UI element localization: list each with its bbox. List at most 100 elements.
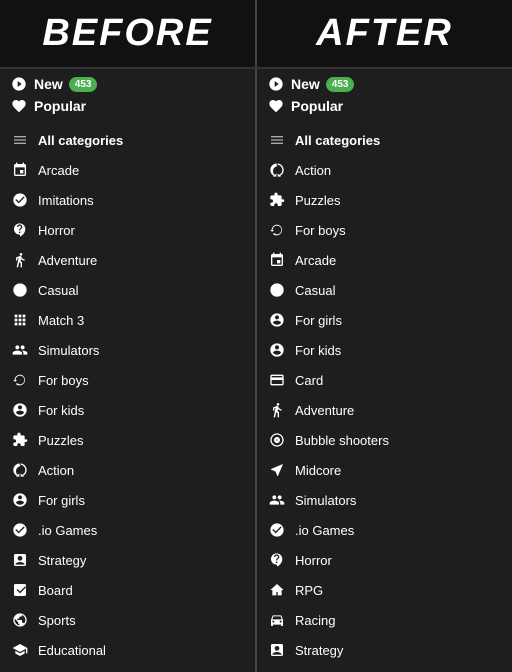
- left-cat-action[interactable]: Action: [0, 455, 255, 485]
- right-cat-horror[interactable]: Horror: [257, 545, 512, 575]
- right-cat-puzzles[interactable]: Puzzles: [257, 185, 512, 215]
- left-cat-iogames[interactable]: .io Games: [0, 515, 255, 545]
- forkids-icon: [10, 400, 30, 420]
- left-all-categories[interactable]: All categories: [0, 125, 255, 155]
- match3-icon: [10, 310, 30, 330]
- right-simulators-icon: [267, 490, 287, 510]
- right-forkids-icon: [267, 340, 287, 360]
- right-new-badge: 453: [326, 77, 355, 92]
- right-forgirls-icon: [267, 310, 287, 330]
- left-cat-board[interactable]: Board: [0, 575, 255, 605]
- left-column: New 453 Popular All categories: [0, 69, 257, 672]
- left-cat-simulators[interactable]: Simulators: [0, 335, 255, 365]
- right-cat-strategy[interactable]: Strategy: [257, 635, 512, 665]
- forboys-icon: [10, 370, 30, 390]
- right-cat-action-label: Action: [295, 163, 331, 178]
- left-new-button[interactable]: New 453: [10, 75, 97, 93]
- right-cat-forboys-label: For boys: [295, 223, 346, 238]
- right-cat-bubbleshooters-label: Bubble shooters: [295, 433, 389, 448]
- right-cat-rpg-label: RPG: [295, 583, 323, 598]
- right-puzzles-icon: [267, 190, 287, 210]
- left-category-list: Arcade Imitations Horror Adventure Casua…: [0, 155, 255, 672]
- left-popular-button[interactable]: Popular: [10, 97, 86, 115]
- right-midcore-icon: [267, 460, 287, 480]
- left-cat-strategy[interactable]: Strategy: [0, 545, 255, 575]
- right-rpg-icon: [267, 580, 287, 600]
- adventure-icon: [10, 250, 30, 270]
- right-cat-forboys[interactable]: For boys: [257, 215, 512, 245]
- left-cat-iogames-label: .io Games: [38, 523, 97, 538]
- left-cat-forgirls[interactable]: For girls: [0, 485, 255, 515]
- right-cat-racing[interactable]: Racing: [257, 605, 512, 635]
- left-cat-action-label: Action: [38, 463, 74, 478]
- simulators-icon: [10, 340, 30, 360]
- right-heart-icon: [267, 97, 285, 115]
- left-popular-label: Popular: [34, 98, 86, 114]
- left-cat-puzzles[interactable]: Puzzles: [0, 425, 255, 455]
- right-cat-arcade-label: Arcade: [295, 253, 336, 268]
- left-cat-arcade[interactable]: Arcade: [0, 155, 255, 185]
- sports-icon: [10, 610, 30, 630]
- left-cat-match3[interactable]: Match 3: [0, 305, 255, 335]
- right-arcade-icon: [267, 250, 287, 270]
- right-cat-midcore[interactable]: Midcore: [257, 455, 512, 485]
- main-content: New 453 Popular All categories: [0, 69, 512, 672]
- right-cat-forkids[interactable]: For kids: [257, 335, 512, 365]
- right-cat-iogames[interactable]: .io Games: [257, 515, 512, 545]
- left-cat-educational-label: Educational: [38, 643, 106, 658]
- left-cat-match3-label: Match 3: [38, 313, 84, 328]
- right-cat-card[interactable]: Card: [257, 365, 512, 395]
- right-popular-button[interactable]: Popular: [267, 97, 343, 115]
- action-icon: [10, 460, 30, 480]
- strategy-icon: [10, 550, 30, 570]
- right-top-bar: New 453 Popular: [257, 69, 512, 125]
- left-cat-forboys[interactable]: For boys: [0, 365, 255, 395]
- right-popular-label: Popular: [291, 98, 343, 114]
- right-cat-strategy-label: Strategy: [295, 643, 343, 658]
- right-cat-adventure-label: Adventure: [295, 403, 354, 418]
- right-action-icon: [267, 160, 287, 180]
- right-cat-action[interactable]: Action: [257, 155, 512, 185]
- left-new-label: New: [34, 76, 63, 92]
- right-forboys-icon: [267, 220, 287, 240]
- left-cat-adventure[interactable]: Adventure: [0, 245, 255, 275]
- right-column: New 453 Popular All categories: [257, 69, 512, 672]
- right-cat-adventure[interactable]: Adventure: [257, 395, 512, 425]
- right-all-categories-label: All categories: [295, 133, 380, 148]
- left-cat-casual[interactable]: Casual: [0, 275, 255, 305]
- forgirls-icon: [10, 490, 30, 510]
- right-cat-arcade[interactable]: Arcade: [257, 245, 512, 275]
- left-cat-sports[interactable]: Sports: [0, 605, 255, 635]
- left-popular-row: Popular: [10, 97, 245, 115]
- right-cat-simulators-label: Simulators: [295, 493, 356, 508]
- right-cat-simulators[interactable]: Simulators: [257, 485, 512, 515]
- header: BEFORE AfteR: [0, 0, 512, 69]
- right-cat-bubbleshooters[interactable]: Bubble shooters: [257, 425, 512, 455]
- right-cat-puzzles-label: Puzzles: [295, 193, 341, 208]
- left-cat-imitations[interactable]: Imitations: [0, 185, 255, 215]
- rocket-icon: [10, 75, 28, 93]
- left-cat-horror[interactable]: Horror: [0, 215, 255, 245]
- educational-icon: [10, 640, 30, 660]
- right-all-categories[interactable]: All categories: [257, 125, 512, 155]
- right-cat-rpg[interactable]: RPG: [257, 575, 512, 605]
- left-cat-educational[interactable]: Educational: [0, 635, 255, 665]
- right-cat-forkids-label: For kids: [295, 343, 341, 358]
- after-label: AfteR: [316, 12, 453, 55]
- right-cat-forgirls-label: For girls: [295, 313, 342, 328]
- right-cat-casual-label: Casual: [295, 283, 335, 298]
- right-cat-match3[interactable]: Match 3: [257, 665, 512, 672]
- puzzles-icon: [10, 430, 30, 450]
- right-cat-casual[interactable]: Casual: [257, 275, 512, 305]
- right-cat-horror-label: Horror: [295, 553, 332, 568]
- right-cat-forgirls[interactable]: For girls: [257, 305, 512, 335]
- left-cat-forkids[interactable]: For kids: [0, 395, 255, 425]
- casual-icon: [10, 280, 30, 300]
- right-category-list: Action Puzzles For boys Arcade Casual: [257, 155, 512, 672]
- horror-icon: [10, 220, 30, 240]
- right-racing-icon: [267, 610, 287, 630]
- right-new-button[interactable]: New 453: [267, 75, 354, 93]
- left-cat-simulators-label: Simulators: [38, 343, 99, 358]
- left-cat-midcore[interactable]: Midcore: [0, 665, 255, 672]
- left-nav-row: New 453: [10, 75, 245, 93]
